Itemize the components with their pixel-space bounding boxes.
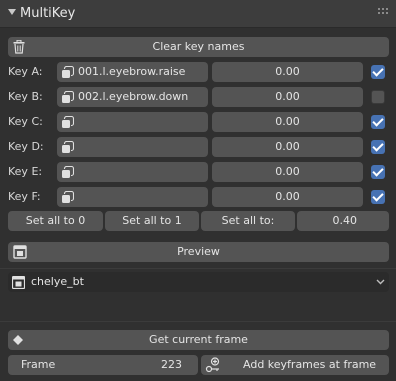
key-label: Key D: bbox=[8, 140, 44, 153]
shape-key-icon bbox=[61, 91, 74, 104]
shape-key-name-field[interactable]: 001.l.eyebrow.raise bbox=[57, 62, 208, 82]
key-value: 0.00 bbox=[275, 140, 300, 153]
add-keyframes-label: Add keyframes at frame bbox=[243, 358, 377, 371]
clear-key-names-button[interactable]: Clear key names bbox=[8, 37, 389, 57]
frame-label: Frame bbox=[21, 358, 56, 371]
mesh-object-icon bbox=[12, 276, 25, 289]
key-label: Key E: bbox=[8, 165, 43, 178]
key-enable-checkbox[interactable] bbox=[371, 65, 385, 79]
collapse-chevron-icon[interactable] bbox=[8, 9, 16, 15]
shape-key-name-field[interactable] bbox=[57, 187, 208, 207]
separator bbox=[0, 268, 396, 269]
add-keyframes-at-frame-button[interactable]: Add keyframes at frame bbox=[201, 355, 389, 375]
set-all-value-field[interactable]: 0.40 bbox=[297, 211, 389, 231]
set-all-value: 0.40 bbox=[332, 214, 358, 227]
key-label: Key A: bbox=[8, 65, 43, 78]
add-key-icon bbox=[205, 357, 220, 373]
key-enable-checkbox[interactable] bbox=[371, 190, 385, 204]
shape-key-icon bbox=[61, 66, 74, 79]
clear-key-names-label: Clear key names bbox=[152, 40, 245, 53]
chevron-down-icon[interactable] bbox=[376, 279, 385, 285]
shape-key-name-field[interactable]: 002.l.eyebrow.down bbox=[57, 87, 208, 107]
key-value: 0.00 bbox=[275, 165, 300, 178]
key-value: 0.00 bbox=[275, 90, 300, 103]
preview-label: Preview bbox=[177, 245, 220, 258]
shape-key-name-field[interactable] bbox=[57, 137, 208, 157]
panel-title: MultiKey bbox=[20, 6, 76, 21]
set-all-to-zero-button[interactable]: Set all to 0 bbox=[8, 211, 103, 231]
set-all-to-zero-label: Set all to 0 bbox=[25, 214, 86, 227]
key-value-slider[interactable]: 0.00 bbox=[212, 187, 363, 207]
panel-header[interactable]: MultiKey bbox=[0, 0, 396, 28]
shape-key-icon bbox=[61, 166, 74, 179]
key-label: Key B: bbox=[8, 90, 43, 103]
object-select-dropdown[interactable]: chelye_bt bbox=[8, 272, 389, 292]
key-label: Key C: bbox=[8, 115, 43, 128]
key-enable-checkbox[interactable] bbox=[371, 140, 385, 154]
key-value: 0.00 bbox=[275, 190, 300, 203]
drag-grip-icon[interactable] bbox=[378, 8, 390, 18]
shape-key-icon bbox=[61, 141, 74, 154]
set-all-to-one-label: Set all to 1 bbox=[122, 214, 182, 227]
shape-key-name-field[interactable] bbox=[57, 162, 208, 182]
shape-key-name: 002.l.eyebrow.down bbox=[78, 90, 189, 103]
frame-value: 223 bbox=[161, 358, 182, 371]
key-value-slider[interactable]: 0.00 bbox=[212, 137, 363, 157]
key-value-slider[interactable]: 0.00 bbox=[212, 62, 363, 82]
key-value: 0.00 bbox=[275, 115, 300, 128]
get-current-frame-label: Get current frame bbox=[149, 333, 248, 346]
key-value-slider[interactable]: 0.00 bbox=[212, 87, 363, 107]
shape-key-name: 001.l.eyebrow.raise bbox=[78, 65, 186, 78]
set-all-to-button[interactable]: Set all to: bbox=[201, 211, 295, 231]
frame-field[interactable]: Frame 223 bbox=[8, 355, 198, 375]
key-enable-checkbox[interactable] bbox=[371, 165, 385, 179]
key-value-slider[interactable]: 0.00 bbox=[212, 112, 363, 132]
key-label: Key F: bbox=[8, 190, 41, 203]
separator bbox=[0, 321, 396, 322]
key-enable-checkbox[interactable] bbox=[371, 115, 385, 129]
shape-key-icon bbox=[61, 191, 74, 204]
key-enable-checkbox[interactable] bbox=[371, 90, 385, 104]
set-all-to-label: Set all to: bbox=[221, 214, 275, 227]
shape-key-icon bbox=[61, 116, 74, 129]
object-select-value: chelye_bt bbox=[31, 275, 84, 288]
get-current-frame-button[interactable]: Get current frame bbox=[8, 330, 389, 350]
preview-button[interactable]: Preview bbox=[8, 242, 389, 262]
shape-key-name-field[interactable] bbox=[57, 112, 208, 132]
set-all-to-one-button[interactable]: Set all to 1 bbox=[105, 211, 199, 231]
key-value: 0.00 bbox=[275, 65, 300, 78]
key-value-slider[interactable]: 0.00 bbox=[212, 162, 363, 182]
